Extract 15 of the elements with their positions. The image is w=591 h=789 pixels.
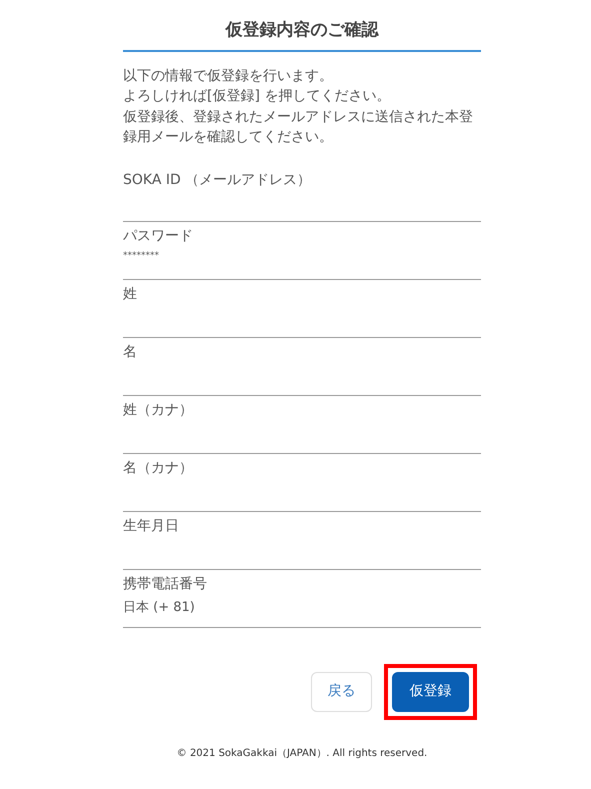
- field-label: 生年月日: [123, 516, 180, 536]
- field-label: 名（カナ）: [123, 458, 194, 478]
- field-label: 名: [123, 342, 138, 362]
- field-label: 携帯電話番号: [123, 574, 208, 594]
- copyright-text: © 2021 SokaGakkai（JAPAN）. All rights reserved.: [176, 746, 428, 760]
- field-value: 日本 (+ 81): [123, 598, 196, 616]
- field-label: SOKA ID （メールアドレス）: [123, 170, 312, 190]
- field-label: 姓（カナ）: [123, 400, 194, 420]
- field-label: パスワード: [123, 226, 194, 246]
- page-title: 仮登録内容のご確認: [123, 0, 481, 52]
- intro-text: 以下の情報で仮登録を行います。 よろしければ[仮登録] を押してください。 仮登録後、登録されたメールアドレスに送信された本登録用メールを確認してください。: [123, 66, 474, 147]
- field-value: ********: [123, 250, 160, 262]
- submit-button[interactable]: 仮登録: [392, 672, 469, 712]
- field-label: 姓: [123, 284, 138, 304]
- back-button[interactable]: 戻る: [311, 672, 372, 712]
